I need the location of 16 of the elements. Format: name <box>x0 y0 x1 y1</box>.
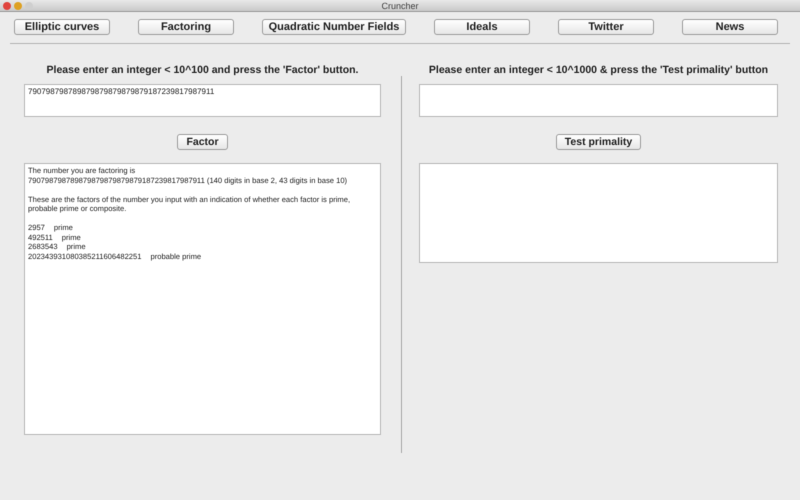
input-field[interactable]: 790798798789879879879879879187239817987911 <box>24 84 381 117</box>
nav-button[interactable]: Quadratic Number Fields <box>262 19 406 35</box>
minimize-button[interactable] <box>14 2 22 10</box>
input-field[interactable] <box>419 84 778 117</box>
test-primality-button[interactable]: Test primality <box>556 134 642 150</box>
window-title: Cruncher <box>381 0 418 10</box>
zoom-button[interactable] <box>25 2 33 10</box>
nav-button[interactable]: Ideals <box>434 19 530 35</box>
factor-button[interactable]: Factor <box>177 134 228 150</box>
nav-button[interactable]: Factoring <box>138 19 234 35</box>
nav-button[interactable]: News <box>682 19 778 35</box>
prompt-text: Please enter an integer < 10^100 and press the 'Factor' button. <box>46 64 358 78</box>
nav-button[interactable]: Twitter <box>558 19 654 35</box>
nav-button[interactable]: Elliptic curves <box>14 19 110 35</box>
close-button[interactable] <box>3 2 11 10</box>
prompt-text: Please enter an integer < 10^1000 & press the 'Test primality' button <box>428 64 768 78</box>
